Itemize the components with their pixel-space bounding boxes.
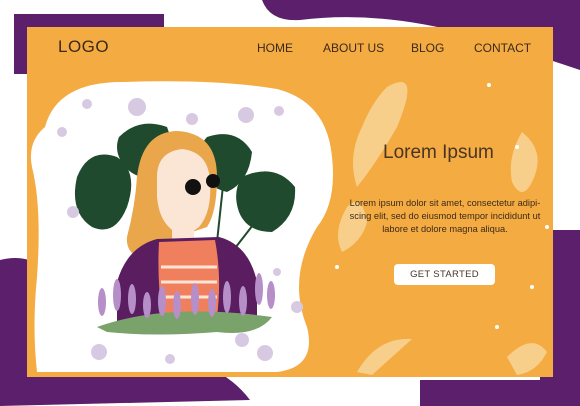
hero-title: Lorem Ipsum <box>383 142 494 163</box>
nav-about-us[interactable]: ABOUT US <box>323 41 384 55</box>
get-started-button[interactable]: GET STARTED <box>394 264 495 285</box>
nav-contact[interactable]: CONTACT <box>474 41 531 55</box>
sunglasses-right <box>206 174 220 188</box>
nav-home[interactable]: HOME <box>257 41 293 55</box>
sunglasses-left <box>185 179 201 195</box>
bottom-right-purple-strip <box>420 380 580 406</box>
hero-body: Lorem ipsum dolor sit amet, consectetur … <box>349 198 541 234</box>
face <box>157 149 211 234</box>
logo[interactable]: LOGO <box>58 37 109 57</box>
nav-blog[interactable]: BLOG <box>411 41 444 55</box>
